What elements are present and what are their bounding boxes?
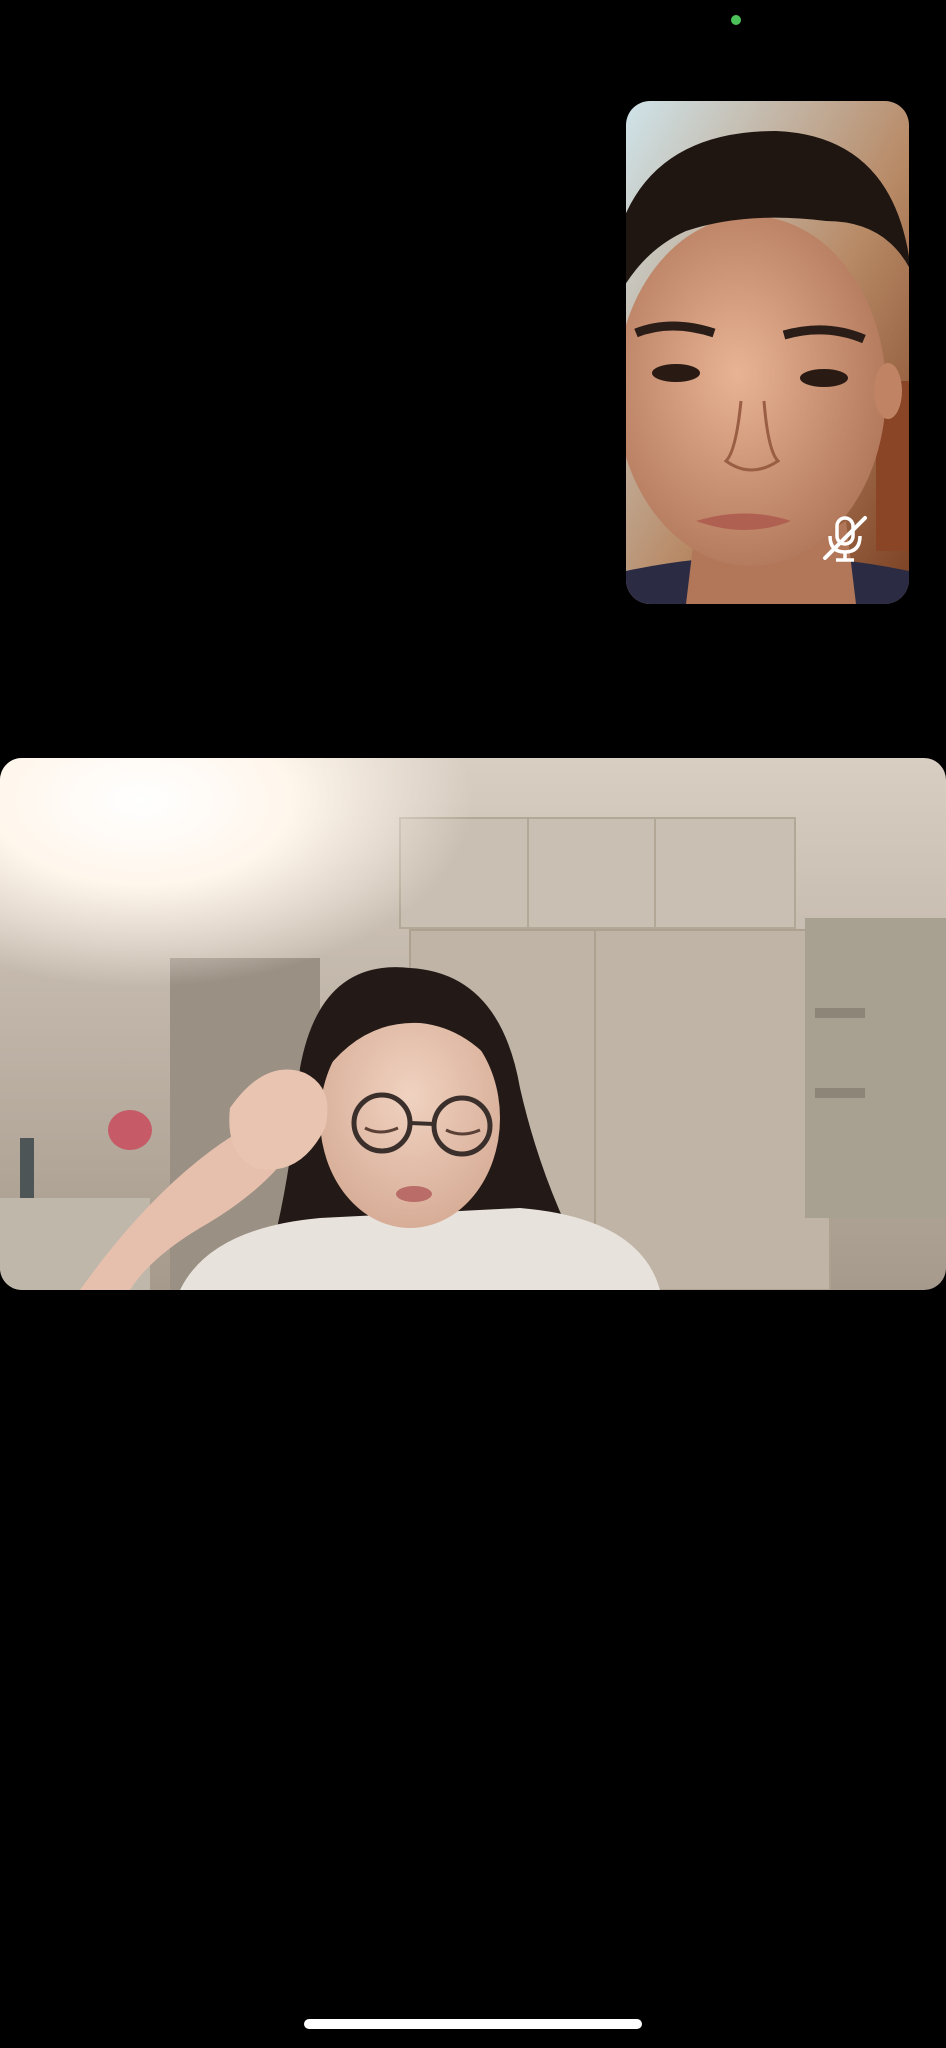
camera-in-use-indicator	[731, 15, 741, 25]
home-indicator[interactable]	[304, 2019, 642, 2029]
remote-video-feed	[0, 758, 946, 1290]
self-view-tile[interactable]	[626, 101, 909, 604]
mic-slash-icon	[823, 516, 867, 562]
remote-participant-video[interactable]	[0, 758, 946, 1290]
